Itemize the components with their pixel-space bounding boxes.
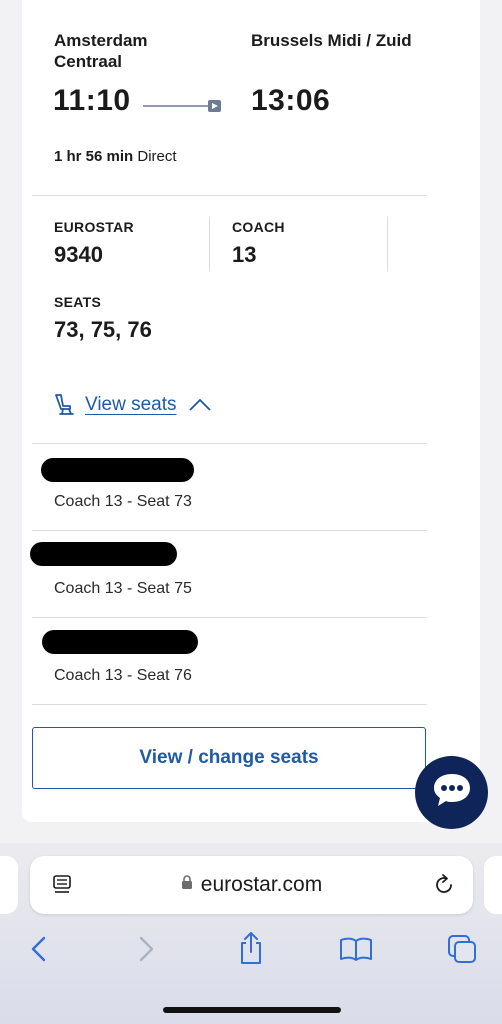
redacted-passenger-name <box>41 458 194 482</box>
redacted-passenger-name <box>30 542 177 566</box>
view-change-seats-button[interactable]: View / change seats <box>32 727 426 789</box>
back-icon[interactable] <box>28 935 50 968</box>
seats-value: 73, 75, 76 <box>54 317 152 342</box>
seat-detail: Coach 13 - Seat 75 <box>54 580 192 597</box>
previous-tab-peek[interactable] <box>0 856 18 914</box>
tabs-icon[interactable] <box>446 933 478 970</box>
divider <box>32 195 427 196</box>
url-text[interactable]: eurostar.com <box>201 873 322 897</box>
arrival-time: 13:06 <box>251 84 331 117</box>
lock-icon <box>181 875 193 895</box>
view-seats-link[interactable]: View seats <box>85 394 177 416</box>
seat-icon <box>52 392 76 418</box>
home-indicator <box>163 1007 341 1013</box>
divider <box>32 530 427 531</box>
chevron-up-icon[interactable] <box>188 398 211 412</box>
operator-label: EUROSTAR <box>54 219 134 235</box>
train-number: 9340 <box>54 242 103 267</box>
divider <box>387 217 388 271</box>
seat-detail: Coach 13 - Seat 76 <box>54 667 192 684</box>
departure-time: 11:10 <box>53 84 131 117</box>
chat-button[interactable] <box>415 756 488 829</box>
redacted-passenger-name <box>42 630 198 654</box>
service-type: Direct <box>137 148 177 165</box>
journey-arrow-icon <box>143 98 223 119</box>
coach-label: COACH <box>232 219 285 235</box>
divider <box>209 217 210 271</box>
chat-bubble-icon <box>430 770 474 815</box>
journey-duration: 1 hr 56 min Direct <box>54 148 177 165</box>
share-icon[interactable] <box>236 930 266 971</box>
duration-value: 1 hr 56 min <box>54 148 134 165</box>
seat-detail: Coach 13 - Seat 73 <box>54 493 192 510</box>
address-bar[interactable]: eurostar.com <box>30 856 473 914</box>
divider <box>32 617 427 618</box>
coach-number: 13 <box>232 242 257 267</box>
forward-icon[interactable] <box>135 935 157 968</box>
divider <box>32 704 427 705</box>
destination-station: Brussels Midi / Zuid <box>251 31 412 50</box>
view-seats-toggle[interactable]: View seats <box>52 392 211 418</box>
divider <box>32 443 427 444</box>
next-tab-peek[interactable] <box>484 856 502 914</box>
reload-icon[interactable] <box>432 873 456 902</box>
seats-label: SEATS <box>54 294 102 310</box>
bookmarks-icon[interactable] <box>339 936 373 967</box>
origin-station: Amsterdam Centraal <box>54 31 148 71</box>
